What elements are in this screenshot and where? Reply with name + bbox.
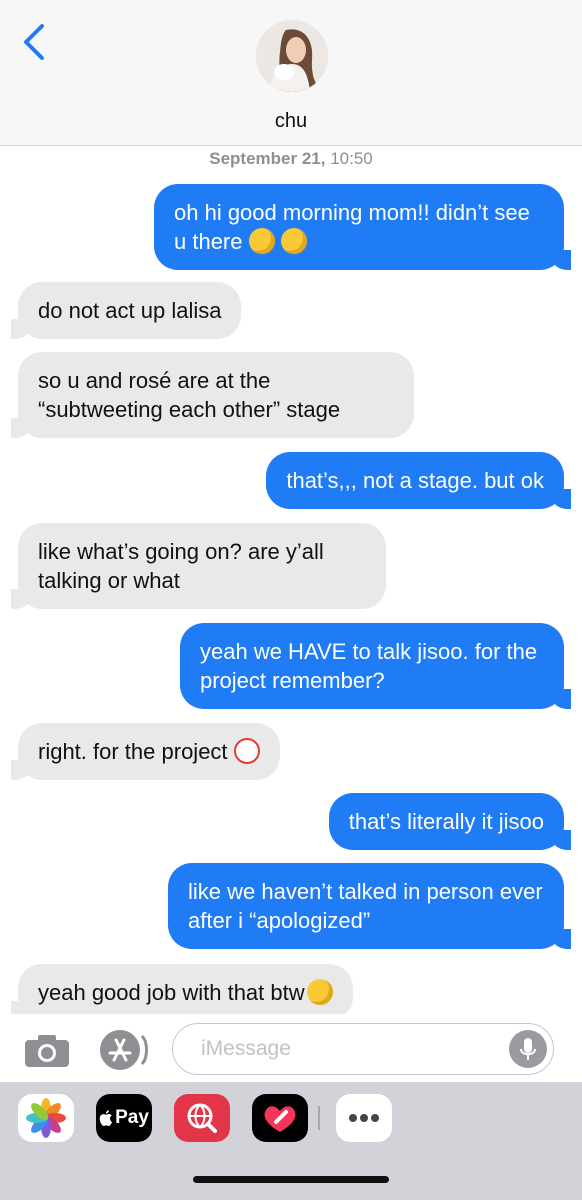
message-text: oh hi good morning mom!! didn’t see u th… [174, 200, 530, 254]
kissing-face-icon [280, 228, 307, 254]
web-search-app-button[interactable] [174, 1094, 230, 1142]
message-text: right. for the project [38, 739, 228, 764]
composer-bar: iMessage [0, 1014, 582, 1082]
app-store-icon [100, 1030, 148, 1070]
drawer-separator [318, 1106, 320, 1130]
monocle-face-icon [248, 228, 275, 254]
message-bubble[interactable]: like we haven’t talked in person ever af… [168, 863, 571, 949]
apple-logo-icon [99, 1110, 113, 1126]
message-bubble[interactable]: do not act up lalisa [10, 282, 242, 339]
camera-button[interactable] [24, 1034, 70, 1073]
photos-app-button[interactable] [18, 1094, 74, 1142]
message-text: yeah good job with that btw [38, 980, 305, 1005]
timestamp-date: September 21, [209, 149, 326, 168]
message-bubble[interactable]: so u and rosé are at the “subtweeting ea… [11, 352, 414, 438]
message-text: do not act up lalisa [38, 298, 222, 323]
timestamp-time: 10:50 [325, 149, 373, 168]
eye-roll-face-icon [306, 979, 333, 1005]
message-thread: September 21, 10:50 oh hi good morning m… [0, 0, 582, 1021]
apple-pay-label: Pay [115, 1107, 149, 1128]
apple-pay-app-button[interactable]: Pay [96, 1094, 152, 1142]
message-bubble[interactable]: oh hi good morning mom!! didn’t see u th… [154, 184, 571, 270]
message-bubble[interactable]: right. for the project [11, 723, 280, 780]
camera-icon [25, 1035, 69, 1067]
more-icon [349, 1114, 379, 1122]
home-indicator[interactable] [193, 1176, 389, 1183]
digital-touch-icon [264, 1106, 296, 1132]
message-bubble[interactable]: like what’s going on? are y’all talking … [11, 523, 386, 609]
photos-icon [26, 1098, 66, 1138]
digital-touch-app-button[interactable] [252, 1094, 308, 1142]
message-bubble[interactable]: that’s,,, not a stage. but ok [266, 452, 571, 509]
thread-timestamp: September 21, 10:50 [0, 149, 582, 169]
message-text: like what’s going on? are y’all talking … [38, 539, 324, 593]
more-apps-button[interactable] [336, 1094, 392, 1142]
clown-face-icon [233, 738, 260, 764]
dictation-button[interactable] [509, 1030, 547, 1068]
message-input-placeholder: iMessage [201, 1037, 291, 1060]
web-search-icon [187, 1103, 217, 1133]
message-text: yeah we HAVE to talk jisoo. for the proj… [200, 639, 538, 693]
microphone-icon [520, 1038, 536, 1060]
message-bubble[interactable]: yeah we HAVE to talk jisoo. for the proj… [180, 623, 571, 709]
message-bubble[interactable]: that’s literally it jisoo [328, 793, 572, 850]
message-text: like we haven’t talked in person ever af… [188, 879, 543, 933]
message-input[interactable]: iMessage [172, 1023, 554, 1075]
message-text: that’s literally it jisoo [348, 809, 544, 834]
message-text: that’s,,, not a stage. but ok [286, 468, 544, 493]
app-store-button[interactable] [98, 1028, 150, 1077]
message-bubble[interactable]: yeah good job with that btw [11, 964, 353, 1021]
message-text: so u and rosé are at the “subtweeting ea… [38, 368, 341, 422]
